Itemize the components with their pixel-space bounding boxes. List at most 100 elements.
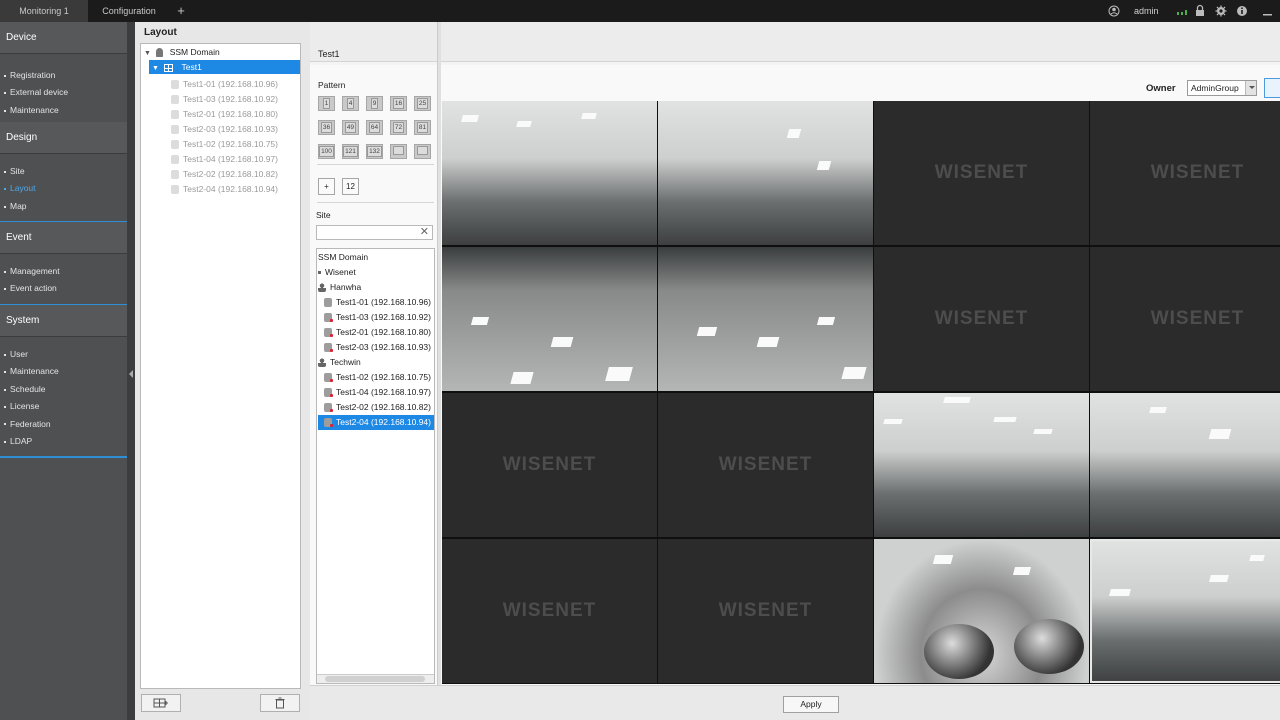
layout-camera-item[interactable]: Test1-03 (192.168.10.92) xyxy=(171,92,278,106)
layout-camera-item[interactable]: Test2-04 (192.168.10.94) xyxy=(171,182,278,196)
nav-header-system[interactable]: System xyxy=(0,305,127,337)
layout-camera-item[interactable]: Test2-02 (192.168.10.82) xyxy=(171,167,278,181)
gear-icon[interactable] xyxy=(1215,0,1227,22)
nav-item-layout[interactable]: Layout xyxy=(0,180,127,197)
pattern-button-9[interactable]: 9 xyxy=(366,96,383,111)
site-camera-item-selected[interactable]: Test2-04 (192.168.10.94) xyxy=(318,415,434,430)
site-camera-item[interactable]: Test1-01 (192.168.10.96) xyxy=(324,295,431,310)
user-icon[interactable] xyxy=(1108,0,1120,22)
scrollbar-thumb[interactable] xyxy=(325,676,425,682)
pattern-button-custom-a[interactable] xyxy=(390,144,407,159)
camera-icon xyxy=(171,110,179,120)
pattern-button-49[interactable]: 49 xyxy=(342,120,359,135)
video-tile-empty[interactable]: WISENET xyxy=(1090,101,1280,245)
layout-tree-root[interactable]: ▼ SSM Domain xyxy=(144,45,299,59)
site-search-input[interactable]: ✕ xyxy=(316,225,433,240)
add-tab-button[interactable]: + xyxy=(172,0,190,22)
pattern-button-4[interactable]: 4 xyxy=(342,96,359,111)
site-camera-item[interactable]: Test2-03 (192.168.10.93) xyxy=(324,340,431,355)
site-camera-item[interactable]: Test1-03 (192.168.10.92) xyxy=(324,310,431,325)
layout-camera-item[interactable]: Test2-01 (192.168.10.80) xyxy=(171,107,278,121)
site-tree-root[interactable]: SSM Domain xyxy=(318,250,368,265)
site-tree-group[interactable]: Wisenet xyxy=(318,265,356,280)
video-tile-empty[interactable]: WISENET xyxy=(874,247,1089,391)
nav-item-external-device[interactable]: External device xyxy=(0,84,127,101)
pattern-button-81[interactable]: 81 xyxy=(414,120,431,135)
owner-select[interactable]: AdminGroup xyxy=(1187,80,1257,96)
pattern-button-132[interactable]: 132 xyxy=(366,144,383,159)
site-camera-item[interactable]: Test1-04 (192.168.10.97) xyxy=(324,385,431,400)
pattern-button-72[interactable]: 72 xyxy=(390,120,407,135)
nav-item-system-maintenance[interactable]: Maintenance xyxy=(0,363,127,380)
video-tile[interactable] xyxy=(874,539,1089,683)
nav-item-schedule[interactable]: Schedule xyxy=(0,381,127,398)
nav-header-device[interactable]: Device xyxy=(0,22,127,54)
pattern-count-button[interactable]: 12 xyxy=(342,178,359,195)
close-icon[interactable]: ✕ xyxy=(420,226,429,239)
video-tile[interactable] xyxy=(874,393,1089,537)
video-tile[interactable] xyxy=(442,247,657,391)
pattern-button-1[interactable]: 1 xyxy=(318,96,335,111)
video-tile-selected[interactable] xyxy=(1090,539,1280,683)
expand-button[interactable] xyxy=(1264,78,1280,98)
video-tile-empty[interactable]: WISENET xyxy=(1090,247,1280,391)
nav-item-site[interactable]: Site xyxy=(0,163,127,180)
layout-tree-item-test1[interactable]: ▼ Test1 xyxy=(149,60,300,74)
video-tile-empty[interactable]: WISENET xyxy=(442,393,657,537)
nav-header-design[interactable]: Design xyxy=(0,122,127,154)
nav-item-registration[interactable]: Registration xyxy=(0,67,127,84)
site-tree-scrollbar[interactable] xyxy=(317,674,434,683)
video-tile[interactable] xyxy=(1090,393,1280,537)
nav-item-ldap[interactable]: LDAP xyxy=(0,433,127,450)
pattern-button-64[interactable]: 64 xyxy=(366,120,383,135)
info-icon[interactable] xyxy=(1236,0,1248,22)
video-tile-empty[interactable]: WISENET xyxy=(874,101,1089,245)
minimize-icon[interactable] xyxy=(1262,0,1274,22)
chevron-down-icon[interactable]: ▼ xyxy=(144,50,151,57)
layout-panel: Layout ▼ SSM Domain ▼ Test1 Test1-01 (19… xyxy=(135,22,306,720)
layout-camera-item[interactable]: Test1-01 (192.168.10.96) xyxy=(171,77,278,91)
nav-item-management[interactable]: Management xyxy=(0,263,127,280)
nav-item-map[interactable]: Map xyxy=(0,198,127,215)
add-layout-icon xyxy=(153,698,168,708)
chevron-down-icon[interactable]: ▼ xyxy=(152,65,159,72)
collapse-arrow-icon[interactable] xyxy=(129,370,133,378)
tab-monitoring[interactable]: Monitoring 1 xyxy=(0,0,88,22)
username[interactable]: admin xyxy=(1134,0,1159,22)
site-tree-subgroup-techwin[interactable]: Techwin xyxy=(318,355,361,370)
panel-resize-handle[interactable] xyxy=(437,22,441,685)
video-tile-empty[interactable]: WISENET xyxy=(658,393,873,537)
pattern-button-100[interactable]: 100 xyxy=(318,144,335,159)
site-tree-subgroup-hanwha[interactable]: Hanwha xyxy=(318,280,361,295)
pattern-button-25[interactable]: 25 xyxy=(414,96,431,111)
nav-item-federation[interactable]: Federation xyxy=(0,416,127,433)
layout-camera-item[interactable]: Test1-02 (192.168.10.75) xyxy=(171,137,278,151)
video-tile-empty[interactable]: WISENET xyxy=(658,539,873,683)
add-pattern-button[interactable]: + xyxy=(318,178,335,195)
video-tile[interactable] xyxy=(658,101,873,245)
nav-item-device-maintenance[interactable]: Maintenance xyxy=(0,102,127,119)
add-layout-button[interactable] xyxy=(141,694,181,712)
layout-camera-item[interactable]: Test2-03 (192.168.10.93) xyxy=(171,122,278,136)
pattern-button-custom-b[interactable] xyxy=(414,144,431,159)
pattern-button-36[interactable]: 36 xyxy=(318,120,335,135)
site-camera-item[interactable]: Test2-02 (192.168.10.82) xyxy=(324,400,431,415)
nav-header-event[interactable]: Event xyxy=(0,222,127,254)
pattern-button-121[interactable]: 121 xyxy=(342,144,359,159)
video-tile[interactable] xyxy=(658,247,873,391)
delete-layout-button[interactable] xyxy=(260,694,300,712)
lock-icon[interactable] xyxy=(1194,0,1206,22)
nav-item-event-action[interactable]: Event action xyxy=(0,280,127,297)
site-camera-item[interactable]: Test1-02 (192.168.10.75) xyxy=(324,370,431,385)
nav-item-user[interactable]: User xyxy=(0,346,127,363)
pattern-button-16[interactable]: 16 xyxy=(390,96,407,111)
site-camera-item[interactable]: Test2-01 (192.168.10.80) xyxy=(324,325,431,340)
nav-item-license[interactable]: License xyxy=(0,398,127,415)
video-tile[interactable] xyxy=(442,101,657,245)
apply-button[interactable]: Apply xyxy=(783,696,839,713)
tab-configuration[interactable]: Configuration xyxy=(89,0,169,22)
video-tile-empty[interactable]: WISENET xyxy=(442,539,657,683)
chevron-down-icon[interactable] xyxy=(1245,81,1256,95)
layout-camera-item[interactable]: Test1-04 (192.168.10.97) xyxy=(171,152,278,166)
expand-icon[interactable] xyxy=(318,271,321,275)
